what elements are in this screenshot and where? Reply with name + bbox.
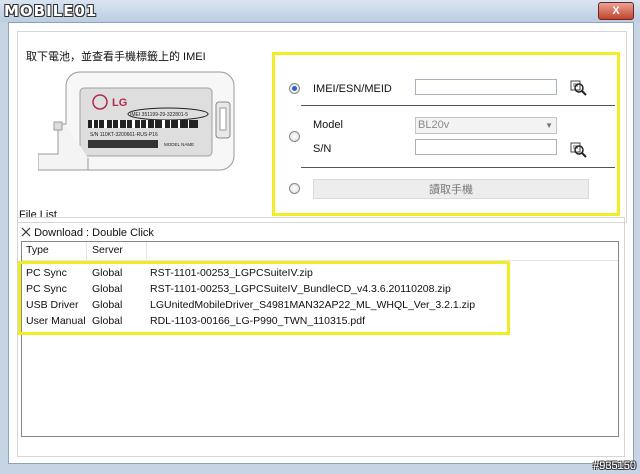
- phone-battery-illustration: LG IMEI 351199-29-322801-5 S/N 110KT-320…: [38, 71, 235, 171]
- imei-label-text: IMEI 351199-29-322801-5: [130, 112, 188, 118]
- download-hint-text: Download : Double Click: [34, 227, 154, 239]
- magnifier-icon: [570, 142, 587, 158]
- sn-input[interactable]: [415, 139, 557, 155]
- lg-brand-text: LG: [112, 97, 127, 109]
- model-dropdown[interactable]: BL20v ▼: [415, 117, 557, 134]
- site-logo: MOBILE01: [4, 2, 98, 20]
- instruction-text: 取下電池，並查看手機標籤上的 IMEI: [26, 51, 206, 63]
- read-phone-button[interactable]: 讀取手機: [313, 179, 589, 199]
- magnifier-icon: [570, 80, 587, 96]
- watermark-text: #935150: [593, 460, 636, 472]
- imei-label: IMEI/ESN/MEID: [313, 83, 392, 95]
- close-button[interactable]: X: [598, 2, 634, 20]
- list-header: Type Server: [22, 242, 618, 261]
- imei-search-button[interactable]: [567, 77, 589, 97]
- separator-line: [301, 167, 615, 168]
- column-header-server[interactable]: Server: [92, 244, 123, 256]
- imei-radio[interactable]: [289, 83, 300, 94]
- files-highlight-box: [18, 261, 510, 335]
- sn-search-button[interactable]: [567, 139, 589, 159]
- download-icon: [21, 227, 31, 237]
- column-divider: [146, 242, 147, 260]
- read-phone-radio[interactable]: [289, 183, 300, 194]
- model-name-text: MODEL NAME: [164, 142, 194, 147]
- model-radio[interactable]: [289, 131, 300, 142]
- sn-label: S/N: [313, 143, 332, 155]
- imei-options-group: IMEI/ESN/MEID Model BL20v ▼ S/N 讀取手機: [272, 52, 620, 216]
- column-divider: [86, 242, 87, 260]
- device-panel: 取下電池，並查看手機標籤上的 IMEI LG IMEI 351199-29-32…: [17, 31, 627, 223]
- column-header-type[interactable]: Type: [26, 244, 49, 256]
- model-label: Model: [313, 119, 343, 131]
- download-hint: Download : Double Click: [21, 227, 154, 239]
- separator-line: [301, 105, 615, 106]
- chevron-down-icon: ▼: [545, 121, 553, 130]
- model-dropdown-value: BL20v: [418, 119, 450, 131]
- title-bar: MOBILE01 X: [0, 0, 640, 22]
- sn-label-text: S/N 110KT-3200661-RUS-P16: [90, 132, 158, 138]
- imei-input[interactable]: [415, 79, 557, 95]
- app-window: 取下電池，並查看手機標籤上的 IMEI LG IMEI 351199-29-32…: [8, 22, 634, 464]
